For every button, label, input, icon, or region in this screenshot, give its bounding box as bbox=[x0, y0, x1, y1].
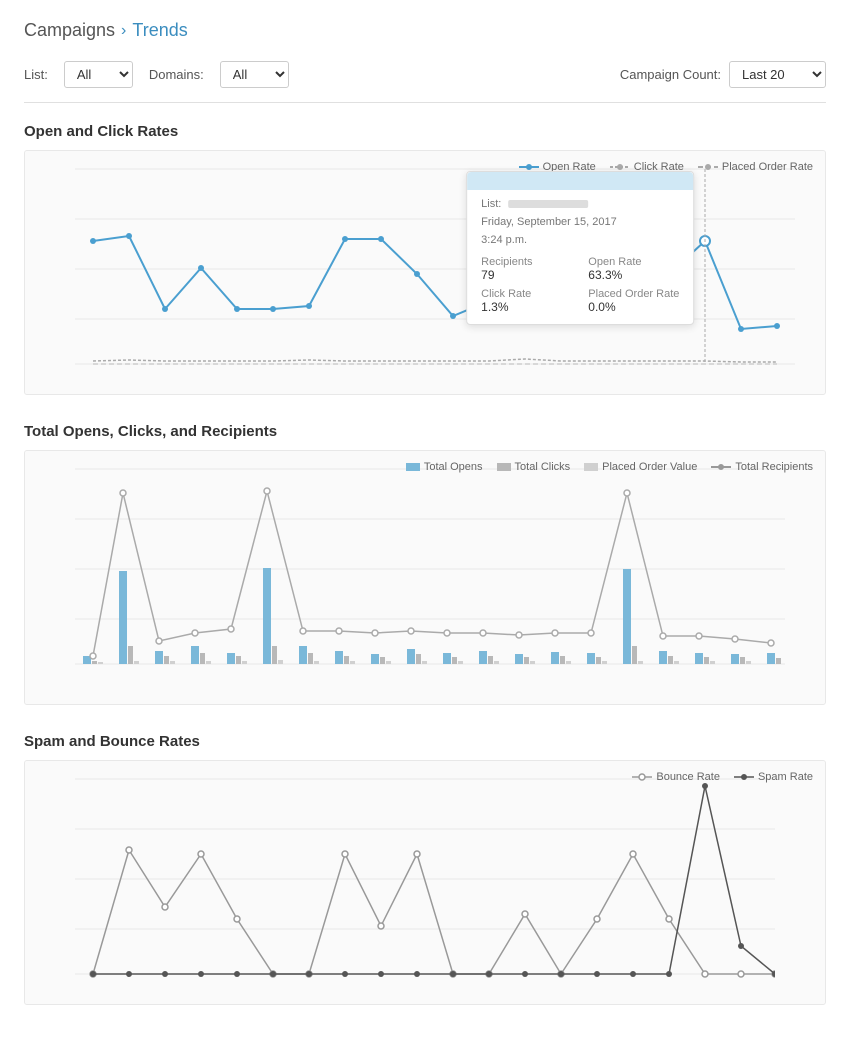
legend-spam-rate: Spam Rate bbox=[734, 771, 813, 783]
total-opens-container: Total Opens Total Clicks Placed Order Va… bbox=[24, 450, 826, 705]
legend-total-clicks: Total Clicks bbox=[497, 461, 571, 473]
tooltip-open-rate: Open Rate 63.3% bbox=[588, 256, 679, 282]
spam-bounce-container: Bounce Rate Spam Rate 2.00% 1.50% 1.00% … bbox=[24, 760, 826, 1005]
list-select[interactable]: All bbox=[64, 61, 133, 88]
tooltip-click-rate: Click Rate 1.3% bbox=[481, 288, 572, 314]
legend-total-recipients: Total Recipients bbox=[711, 461, 813, 473]
tooltip-header bbox=[467, 172, 693, 190]
open-click-rates-container: Open Rate Click Rate Placed Order Rate 1… bbox=[24, 150, 826, 395]
tooltip-list: List: bbox=[481, 198, 679, 210]
controls-bar: List: All Domains: All Campaign Count: L… bbox=[24, 61, 826, 103]
tooltip-time: 3:24 p.m. bbox=[481, 234, 679, 246]
domains-label: Domains: bbox=[149, 67, 204, 82]
chart1-tooltip: List: Friday, September 15, 2017 3:24 p.… bbox=[466, 171, 694, 325]
tooltip-placed-order-rate: Placed Order Rate 0.0% bbox=[588, 288, 679, 314]
open-click-rates-title: Open and Click Rates bbox=[24, 123, 826, 140]
breadcrumb-separator: › bbox=[121, 22, 126, 40]
list-label: List: bbox=[24, 67, 48, 82]
total-opens-title: Total Opens, Clicks, and Recipients bbox=[24, 423, 826, 440]
spam-bounce-legend: Bounce Rate Spam Rate bbox=[632, 771, 813, 783]
spam-bounce-chart-svg: 2.00% 1.50% 1.00% 0.50% 0.00% 400.00% 30… bbox=[75, 771, 775, 991]
total-opens-chart-svg: 3K 2.25K 1.5K 750 0 10K 7.5K 5K 2.5K 0 bbox=[75, 461, 785, 691]
campaign-count-group: Campaign Count: Last 5 Last 10 Last 20 L… bbox=[620, 61, 826, 88]
breadcrumb: Campaigns › Trends bbox=[24, 20, 826, 41]
spam-bounce-section: Spam and Bounce Rates Bounce Rate Spam R… bbox=[24, 733, 826, 1005]
total-opens-legend: Total Opens Total Clicks Placed Order Va… bbox=[406, 461, 813, 473]
campaign-count-select[interactable]: Last 5 Last 10 Last 20 Last 50 bbox=[729, 61, 826, 88]
spam-bounce-title: Spam and Bounce Rates bbox=[24, 733, 826, 750]
domains-select[interactable]: All bbox=[220, 61, 289, 88]
breadcrumb-campaigns: Campaigns bbox=[24, 20, 115, 41]
total-opens-section: Total Opens, Clicks, and Recipients Tota… bbox=[24, 423, 826, 705]
open-click-rates-section: Open and Click Rates Open Rate Click Rat… bbox=[24, 123, 826, 395]
breadcrumb-trends: Trends bbox=[132, 20, 187, 41]
legend-total-opens: Total Opens bbox=[406, 461, 483, 473]
campaign-count-label: Campaign Count: bbox=[620, 67, 721, 82]
tooltip-grid: Recipients 79 Open Rate 63.3% Click Rate… bbox=[481, 256, 679, 314]
legend-placed-order-rate: Placed Order Rate bbox=[698, 161, 813, 173]
legend-placed-order-value: Placed Order Value bbox=[584, 461, 697, 473]
tooltip-recipients-label: Recipients 79 bbox=[481, 256, 572, 282]
tooltip-date: Friday, September 15, 2017 bbox=[481, 216, 679, 228]
legend-bounce-rate: Bounce Rate bbox=[632, 771, 720, 783]
